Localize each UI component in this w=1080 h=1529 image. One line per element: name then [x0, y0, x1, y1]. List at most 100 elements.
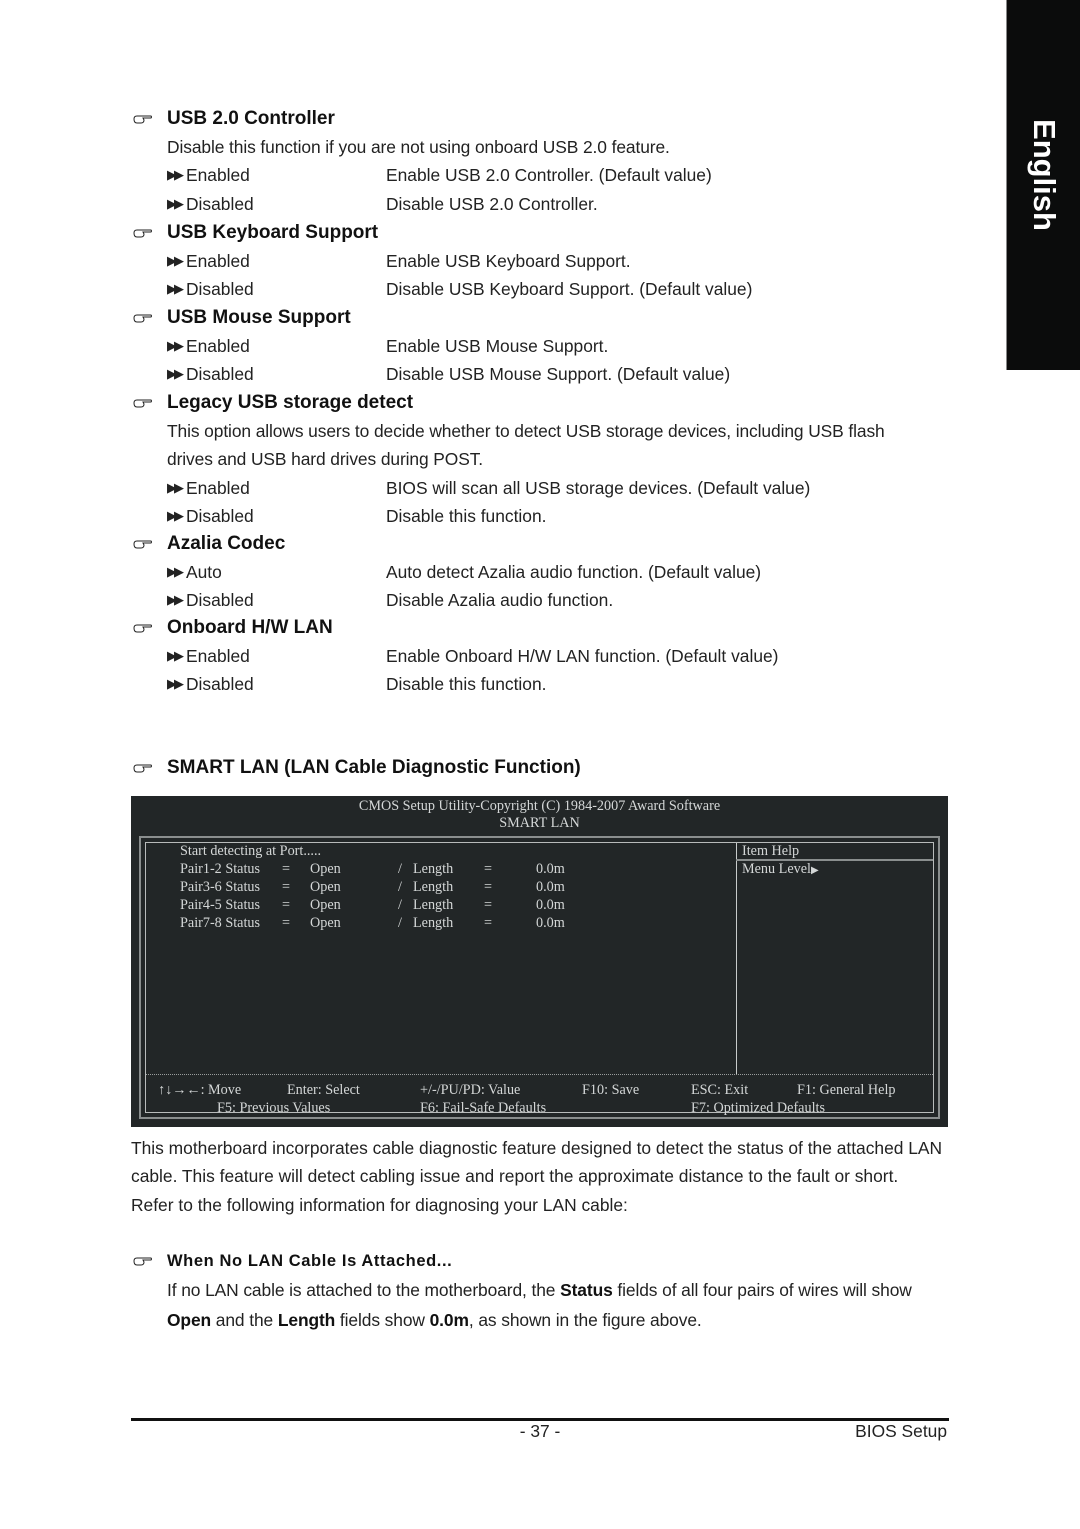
option-value: ▶▶ Enabled: [167, 161, 386, 189]
option-row: ▶▶ Auto Auto detect Azalia audio function.…: [133, 558, 953, 586]
length-label: Length: [413, 861, 454, 877]
option-value-label: Enabled: [186, 336, 250, 356]
option-value-label: Enabled: [186, 165, 250, 186]
section-title: USB Keyboard Support: [167, 222, 379, 243]
option-value: ▶▶ Disabled: [167, 360, 386, 388]
text: and the: [211, 1310, 278, 1330]
help-divider: [736, 843, 737, 1074]
settings-section: USB Keyboard Support ▶▶ Enabled Enable USB …: [133, 219, 953, 304]
separator: /: [398, 861, 402, 877]
pair-length: 0.0m: [536, 897, 565, 913]
menu-level: Menu Level▶: [742, 860, 819, 880]
equals-sign: =: [282, 861, 291, 877]
intro-line: Refer to the following information for d…: [131, 1194, 628, 1215]
settings-section: USB Mouse Support ▶▶ Enabled Enable USB Mou…: [133, 304, 953, 389]
smart-lan-heading: SMART LAN (LAN Cable Diagnostic Function…: [167, 757, 581, 778]
option-value: ▶▶ Enabled: [167, 247, 386, 275]
option-description: Enable USB Keyboard Support.: [386, 251, 631, 271]
double-arrow-icon: ▶▶: [167, 564, 184, 579]
length-value: 0.0m: [429, 1310, 469, 1330]
settings-section: USB 2.0 Controller Disable this function …: [133, 105, 953, 218]
footer-section-label: BIOS Setup: [855, 1421, 947, 1441]
settings-section: Legacy USB storage detect This option all…: [133, 389, 953, 531]
bios-title: CMOS Setup Utility-Copyright (C) 1984-20…: [131, 798, 948, 832]
bios-frame: Start detecting at Port..... Pair1-2 Sta…: [139, 836, 940, 1119]
item-help-title: Item Help: [742, 843, 800, 859]
option-value-label: Enabled: [186, 646, 250, 666]
equals-sign: =: [484, 861, 493, 877]
pointing-hand-icon: [133, 539, 167, 550]
text: fields of all four pairs of wires will s…: [612, 1280, 912, 1300]
option-value-label: Disabled: [186, 193, 254, 214]
section-heading: When No LAN Cable Is Attached...: [133, 1247, 953, 1275]
option-value-label: Disabled: [186, 674, 254, 695]
length-term: Length: [277, 1310, 336, 1330]
key-move: ↑↓→←: Move: [158, 1082, 242, 1098]
option-row: ▶▶ Enabled Enable USB Keyboard Support.: [133, 247, 953, 275]
no-cable-line2: Open and the Length fields show 0.0m, as…: [133, 1305, 953, 1335]
no-cable-heading: When No LAN Cable Is Attached...: [167, 1251, 453, 1270]
key-optimized-defaults: F7: Optimized Defaults: [691, 1100, 825, 1116]
section-title: Legacy USB storage detect: [167, 392, 414, 413]
option-description: BIOS will scan all USB storage devices. …: [386, 477, 811, 498]
double-arrow-icon: ▶▶: [167, 479, 184, 495]
option-value-label: Enabled: [186, 251, 250, 271]
option-description: Disable this function.: [386, 674, 547, 695]
equals-sign: =: [282, 879, 291, 895]
section-heading: USB Mouse Support: [133, 304, 953, 332]
option-row: ▶▶ Enabled BIOS will scan all USB storage …: [133, 474, 953, 502]
intro-line: This motherboard incorporates cable diag…: [131, 1138, 943, 1158]
equals-sign: =: [484, 915, 493, 931]
section-title: USB Mouse Support: [167, 307, 351, 328]
settings-section: Azalia Codec ▶▶ Auto Auto detect Azalia aud…: [133, 530, 953, 615]
option-row: ▶▶ Disabled Disable USB Keyboard Support. …: [133, 275, 953, 303]
pair-status: Open: [310, 897, 341, 913]
section-heading: SMART LAN (LAN Cable Diagnostic Function…: [133, 754, 953, 782]
section-title: USB 2.0 Controller: [167, 108, 335, 129]
key-value: +/-/PU/PD: Value: [420, 1082, 521, 1098]
option-description: Disable this function.: [386, 506, 547, 527]
double-arrow-icon: ▶▶: [167, 648, 184, 663]
pair-status: Open: [310, 861, 341, 877]
option-value: ▶▶ Disabled: [167, 275, 386, 303]
option-row: ▶▶ Disabled Disable USB Mouse Support. (De…: [133, 360, 953, 388]
key-save: F10: Save: [582, 1082, 640, 1098]
section-description: This option allows users to decide wheth…: [167, 421, 885, 441]
double-arrow-icon: ▶▶: [167, 281, 184, 297]
double-arrow-icon: ▶▶: [167, 676, 184, 692]
pointing-hand-icon: [133, 1256, 167, 1267]
option-description: Disable Azalia audio function.: [386, 590, 614, 611]
equals-sign: =: [282, 897, 291, 913]
no-cable-line1: If no LAN cable is attached to the mothe…: [133, 1275, 953, 1305]
key-previous-values: F5: Previous Values: [217, 1100, 331, 1116]
pair-status: Open: [310, 879, 341, 895]
option-row: ▶▶ Enabled Enable USB 2.0 Controller. (Def…: [133, 161, 953, 189]
option-value: ▶▶ Enabled: [167, 474, 386, 502]
settings-section: Onboard H/W LAN ▶▶ Enabled Enable Onboard H…: [133, 614, 953, 699]
pointing-hand-icon: [133, 763, 167, 774]
bios-title-line2: SMART LAN: [499, 815, 580, 831]
double-arrow-icon: ▶▶: [167, 167, 184, 183]
open-term: Open: [167, 1310, 212, 1330]
option-value-label: Disabled: [186, 279, 254, 300]
double-arrow-icon: ▶▶: [167, 253, 184, 268]
bios-title-line1: CMOS Setup Utility-Copyright (C) 1984-20…: [358, 798, 721, 814]
option-value: ▶▶ Enabled: [167, 332, 386, 360]
section-heading: USB 2.0 Controller: [133, 105, 953, 133]
menu-level-label: Menu Level: [742, 861, 811, 877]
double-arrow-icon: ▶▶: [167, 338, 184, 353]
option-value: ▶▶ Disabled: [167, 670, 386, 698]
language-tab-label: English: [1027, 119, 1062, 231]
section-heading: Onboard H/W LAN: [133, 614, 953, 642]
section-heading: Azalia Codec: [133, 530, 953, 558]
key-select: Enter: Select: [287, 1082, 360, 1098]
pointing-hand-icon: [133, 228, 167, 239]
length-label: Length: [413, 897, 454, 913]
option-value: ▶▶ Disabled: [167, 586, 386, 614]
no-cable-section: When No LAN Cable Is Attached... If no L…: [133, 1247, 953, 1335]
section-description: drives and USB hard drives during POST.: [167, 449, 484, 470]
status-term: Status: [560, 1280, 613, 1300]
option-row: ▶▶ Disabled Disable Azalia audio function.: [133, 586, 953, 614]
triangle-right-icon: ▶: [810, 865, 819, 876]
option-value: ▶▶ Disabled: [167, 190, 386, 218]
